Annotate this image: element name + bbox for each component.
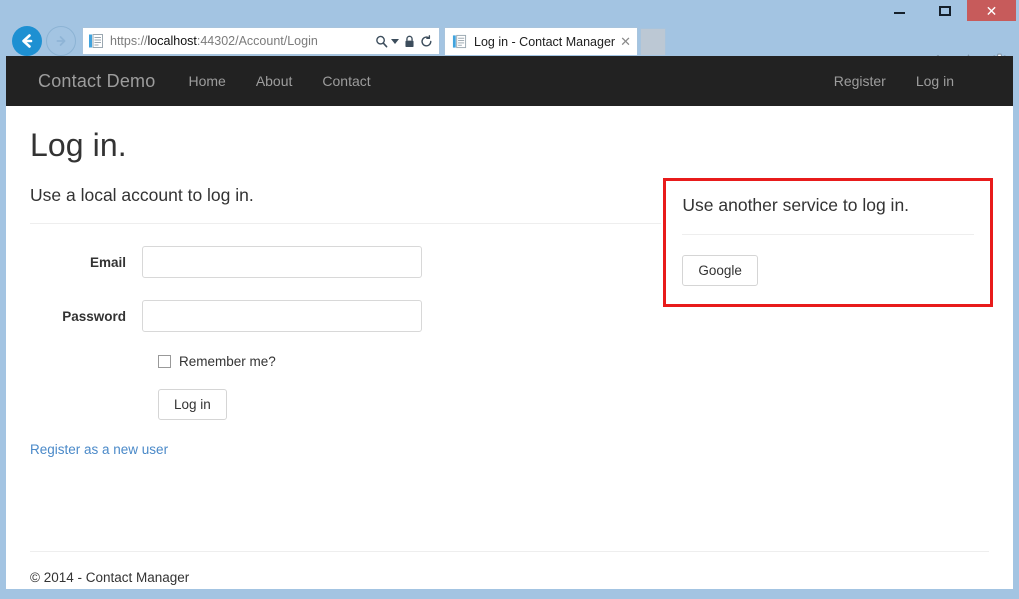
maximize-icon xyxy=(938,5,951,16)
footer-copyright: © 2014 - Contact Manager xyxy=(30,570,190,585)
address-bar-icons xyxy=(375,34,435,48)
password-label: Password xyxy=(62,308,126,324)
address-scheme: https:// xyxy=(110,34,148,48)
lock-icon xyxy=(405,35,414,47)
remember-me-checkbox[interactable] xyxy=(158,355,171,369)
login-submit-button[interactable]: Log in xyxy=(158,389,227,421)
browser-window: ✕ https://localhost:44302/Account/Login … xyxy=(0,0,1019,599)
maximize-button[interactable] xyxy=(922,0,967,21)
window-controls: ✕ xyxy=(877,0,1016,21)
password-field[interactable] xyxy=(142,300,422,333)
local-login-section: Use a local account to log in. Email Pas… xyxy=(30,185,662,459)
google-login-button[interactable]: Google xyxy=(682,255,758,287)
primary-nav: Home About Contact xyxy=(173,56,385,106)
page-viewport: Contact Demo Home About Contact Register… xyxy=(6,56,1013,589)
register-new-user-link[interactable]: Register as a new user xyxy=(30,442,168,457)
chevron-down-icon[interactable] xyxy=(391,38,399,44)
back-button[interactable] xyxy=(12,26,42,56)
window-caption-bar: ✕ xyxy=(0,0,1019,24)
page-title: Log in. xyxy=(30,127,127,163)
footer-divider xyxy=(30,551,989,552)
back-arrow-icon xyxy=(22,34,33,48)
forward-arrow-icon xyxy=(56,36,66,46)
browser-tab[interactable]: Log in - Contact Manager ✕ xyxy=(444,27,638,55)
external-login-column: Use another service to log in. Google xyxy=(661,178,994,459)
login-form: Email Password Remember me? Log in xyxy=(30,246,661,421)
site-navbar: Contact Demo Home About Contact Register… xyxy=(6,56,1013,106)
local-login-heading: Use a local account to log in. xyxy=(30,185,254,206)
site-brand[interactable]: Contact Demo xyxy=(6,71,173,92)
email-row: Email xyxy=(30,246,661,279)
close-icon: ✕ xyxy=(985,2,998,19)
address-text: https://localhost:44302/Account/Login xyxy=(110,34,375,48)
email-field[interactable] xyxy=(142,246,422,279)
nav-link-contact[interactable]: Contact xyxy=(307,56,385,106)
account-nav: Register Log in xyxy=(819,56,995,106)
nav-link-login[interactable]: Log in xyxy=(901,56,969,106)
nav-link-home[interactable]: Home xyxy=(173,56,240,106)
close-button[interactable]: ✕ xyxy=(967,0,1016,21)
page-footer: © 2014 - Contact Manager xyxy=(30,551,989,585)
login-columns: Use a local account to log in. Email Pas… xyxy=(30,178,994,459)
external-login-divider xyxy=(682,234,975,236)
nav-link-register[interactable]: Register xyxy=(819,56,901,106)
address-host: localhost xyxy=(147,34,197,48)
browser-nav-row: https://localhost:44302/Account/Login Lo… xyxy=(0,24,1019,72)
password-row: Password xyxy=(30,300,661,333)
address-bar[interactable]: https://localhost:44302/Account/Login xyxy=(82,27,440,55)
address-path: :44302/Account/Login xyxy=(196,34,318,48)
email-label: Email xyxy=(89,254,126,270)
search-icon[interactable] xyxy=(375,35,388,48)
forward-button[interactable] xyxy=(46,26,76,56)
external-login-heading: Use another service to log in. xyxy=(682,195,910,216)
remember-me-row[interactable]: Remember me? xyxy=(158,354,661,369)
nav-link-about[interactable]: About xyxy=(241,56,308,106)
tab-close-icon[interactable]: ✕ xyxy=(616,34,631,50)
minimize-button[interactable] xyxy=(877,0,922,21)
new-tab-button[interactable] xyxy=(640,28,666,55)
tab-title: Log in - Contact Manager xyxy=(474,34,616,49)
external-login-panel: Use another service to log in. Google xyxy=(663,178,994,308)
tab-favicon-icon xyxy=(452,34,467,49)
local-login-divider xyxy=(30,223,662,225)
minimize-icon xyxy=(894,12,905,14)
form-actions: Remember me? Log in xyxy=(158,354,661,421)
refresh-icon[interactable] xyxy=(420,34,433,48)
page-favicon-icon xyxy=(89,34,103,48)
remember-me-label: Remember me? xyxy=(179,354,276,370)
page-content: Log in. Use a local account to log in. E… xyxy=(6,127,1013,589)
